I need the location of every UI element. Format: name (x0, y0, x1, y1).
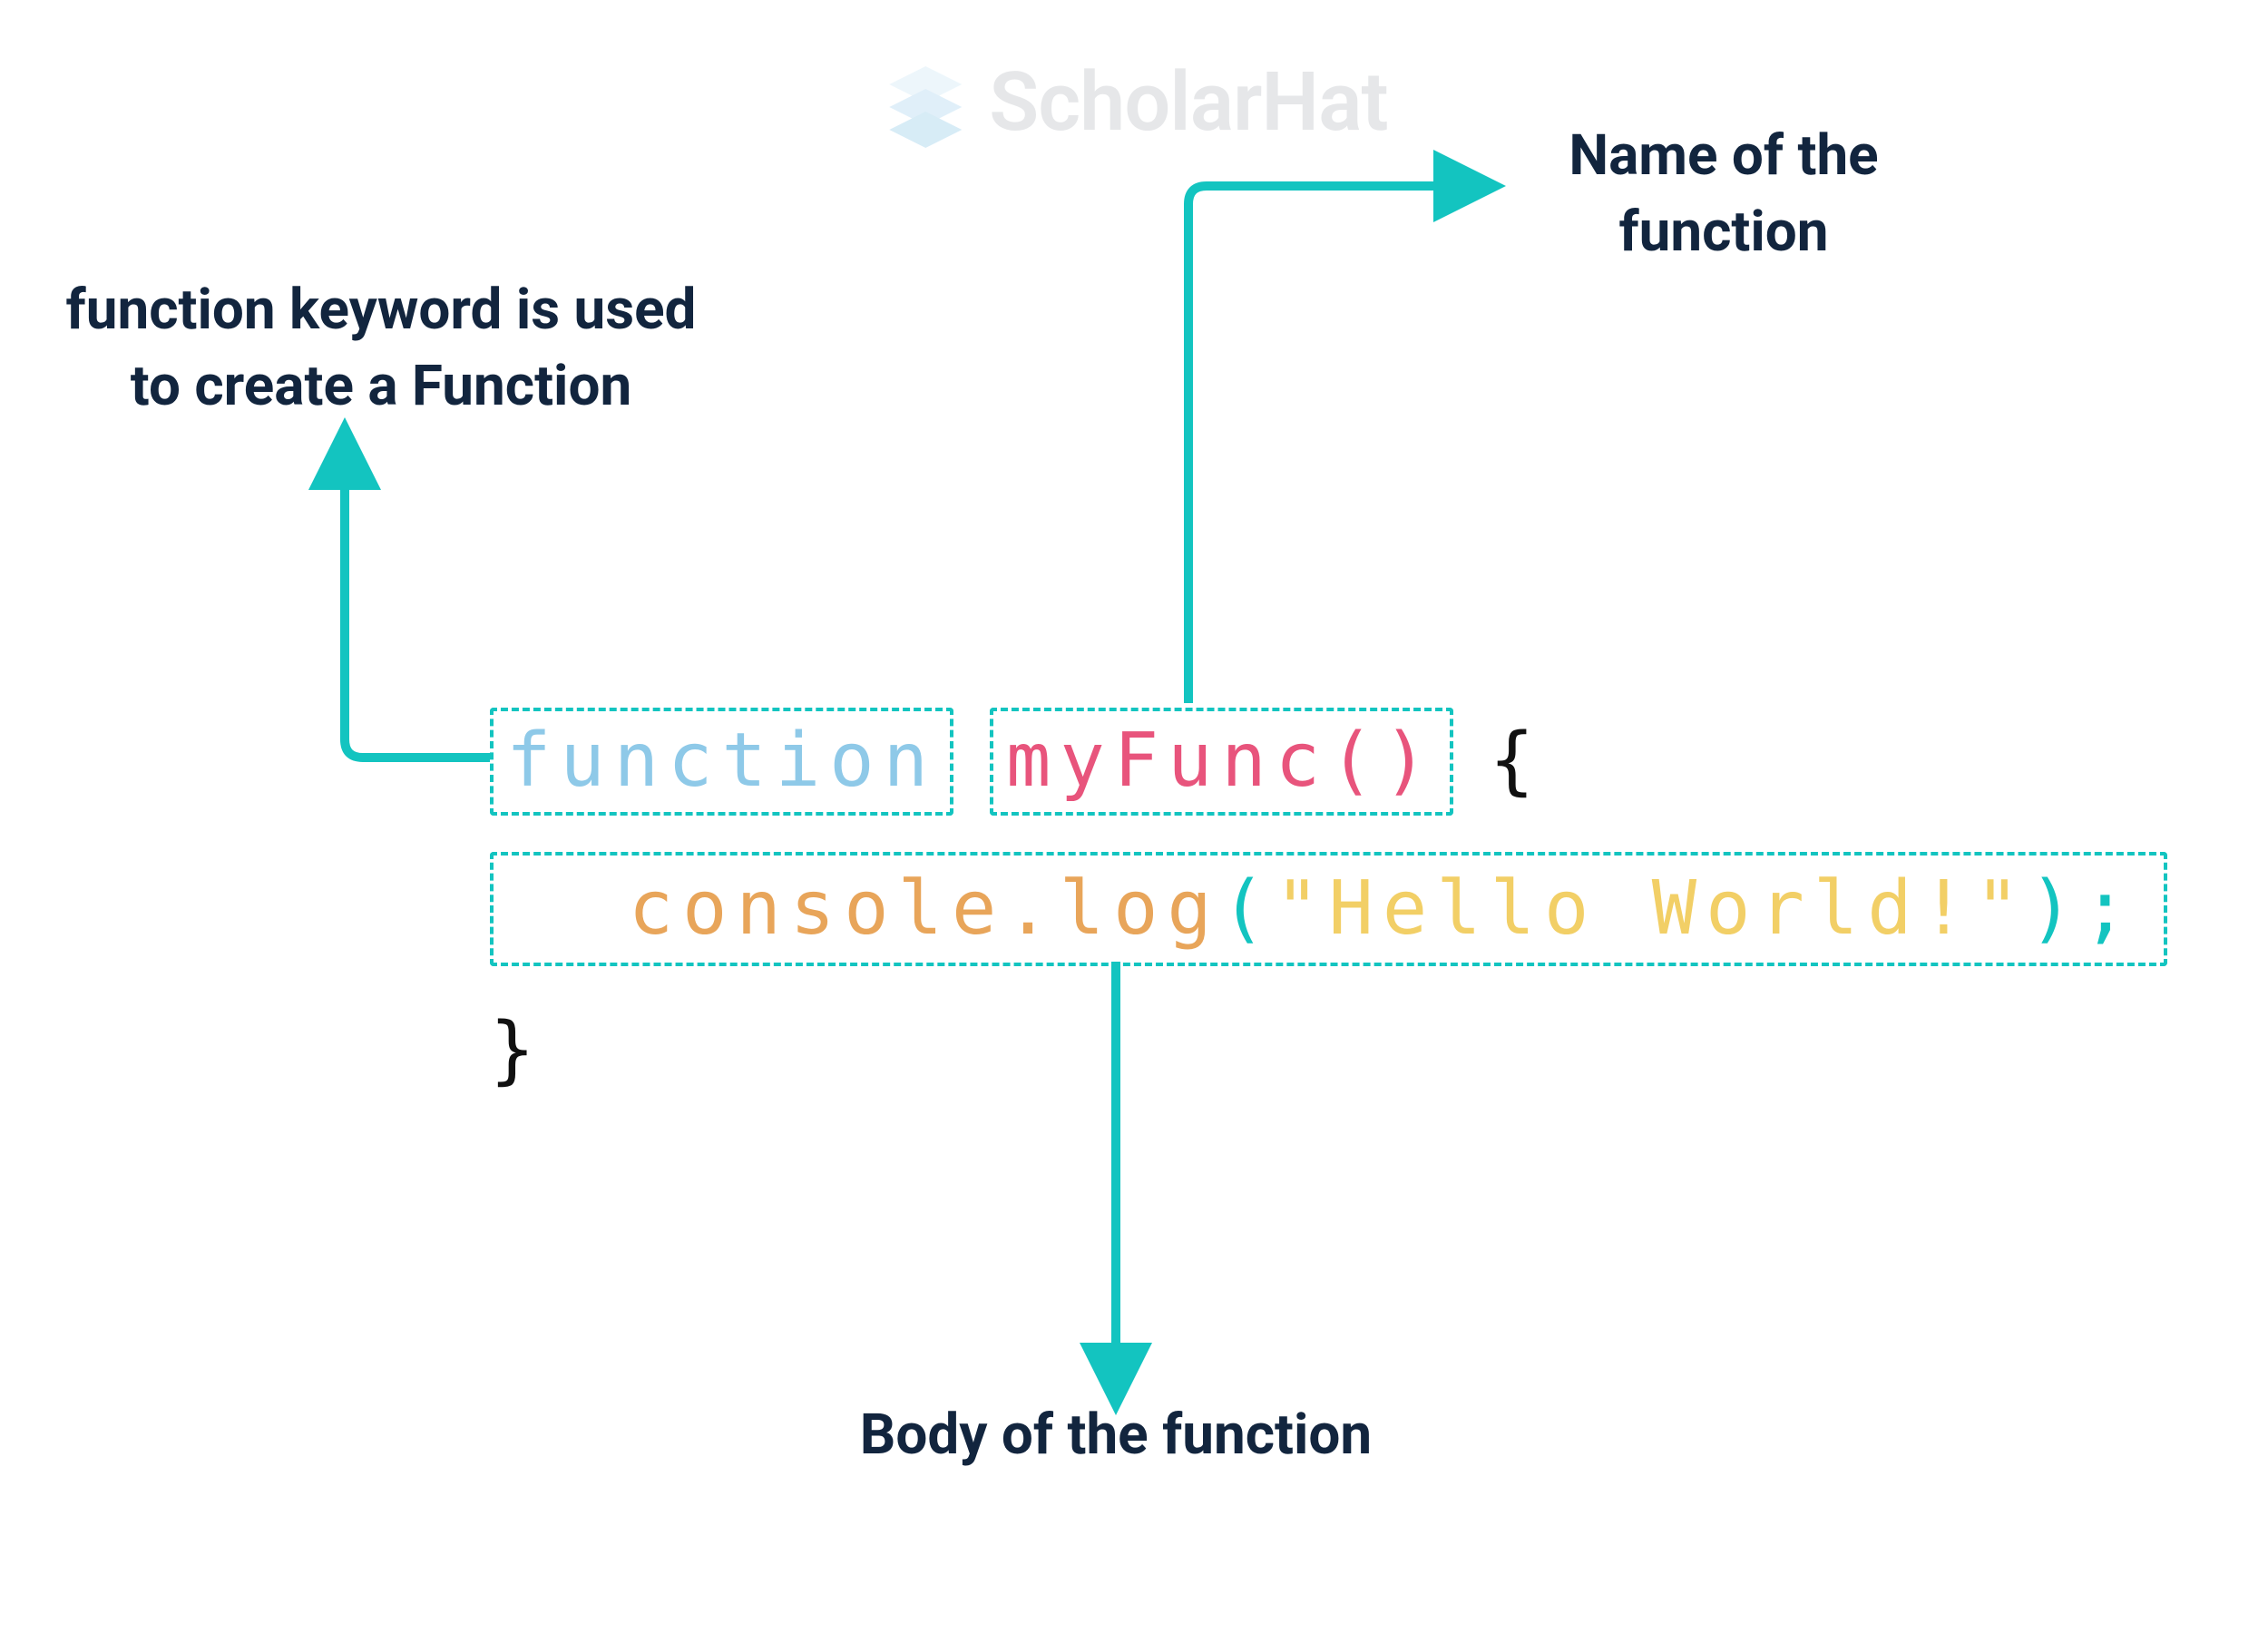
arrow-keyword (0, 0, 2268, 1633)
